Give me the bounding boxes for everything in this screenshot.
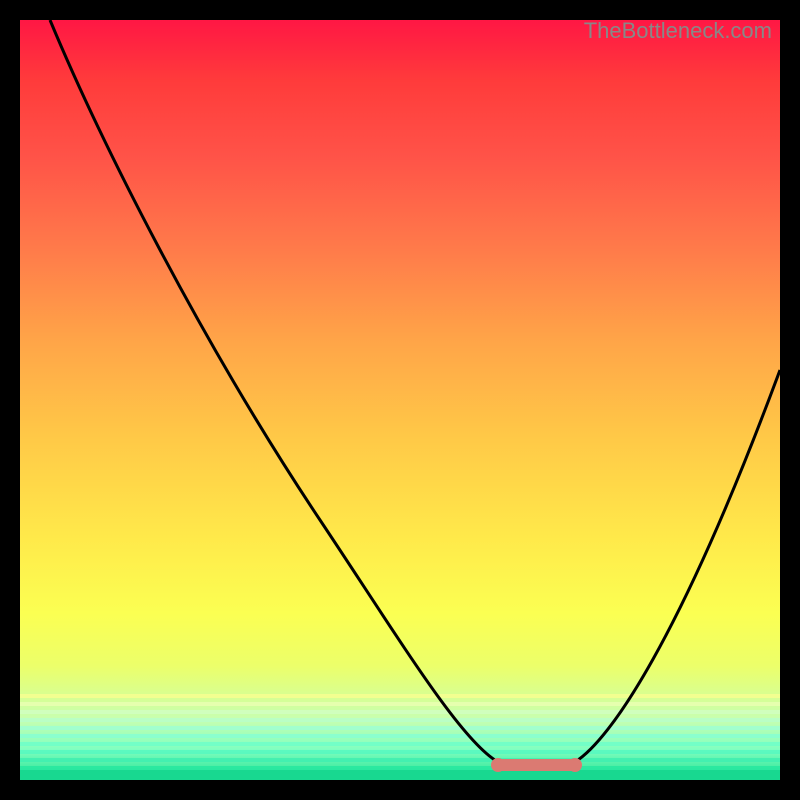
highlight-end-right [568, 758, 582, 772]
curve-overlay [20, 20, 780, 780]
highlight-end-left [491, 758, 505, 772]
bottleneck-chart: TheBottleneck.com [20, 20, 780, 780]
attribution-text: TheBottleneck.com [584, 18, 772, 44]
bottleneck-curve-line [50, 20, 780, 767]
